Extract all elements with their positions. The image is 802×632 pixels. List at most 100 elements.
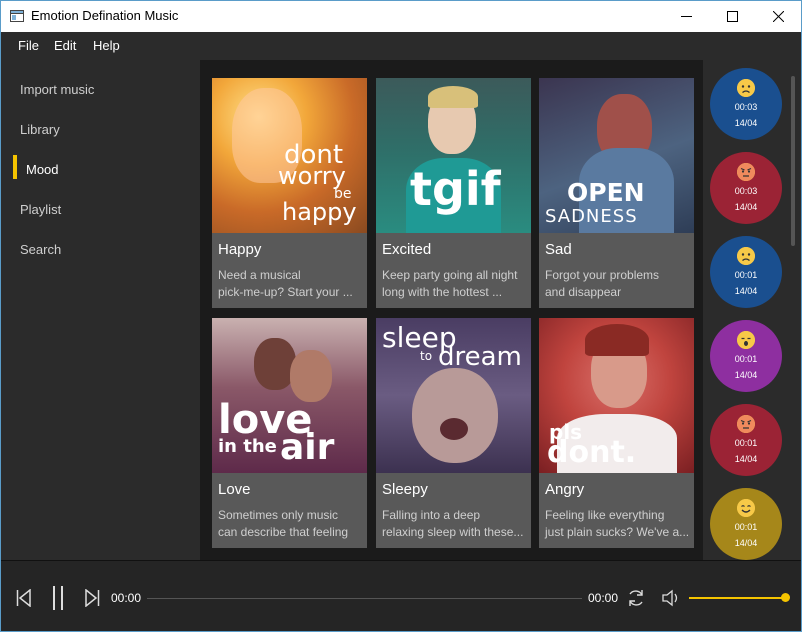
card-title: Happy: [218, 241, 262, 258]
happy-art-line-2: worry: [278, 162, 346, 190]
repeat-icon[interactable]: [626, 588, 646, 608]
sad-face-icon: [737, 247, 755, 265]
angry-face-icon: [737, 415, 755, 433]
history-item[interactable]: 00:03 14/04: [710, 68, 782, 140]
card-title: Sleepy: [382, 481, 428, 498]
happy-art-line-4: happy: [282, 198, 357, 226]
mood-grid: dont worry be happy Happy Need a musical…: [200, 60, 703, 560]
minimize-icon: [680, 16, 692, 17]
excited-art-line-1: tgif: [410, 162, 501, 216]
card-description-line: just plain sucks? We've a...: [545, 525, 690, 539]
menu-help[interactable]: Help: [93, 38, 120, 53]
card-title: Angry: [545, 481, 585, 498]
history-date: 14/04: [734, 286, 758, 296]
love-art-line-3: air: [280, 427, 335, 468]
sidebar-item-search[interactable]: Search: [20, 242, 61, 257]
active-indicator: [13, 155, 17, 179]
card-description-line: Falling into a deep: [382, 508, 481, 522]
sidebar-item-mood[interactable]: Mood: [26, 162, 59, 177]
card-description-line: relaxing sleep with these...: [382, 525, 524, 539]
card-title: Love: [218, 481, 251, 498]
history-item[interactable]: 00:01 14/04: [710, 404, 782, 476]
current-time: 00:00: [111, 591, 142, 605]
history-date: 14/04: [734, 538, 758, 548]
card-description-line: Need a musical: [218, 268, 301, 282]
mood-card-love[interactable]: love in the air Love Sometimes only musi…: [212, 318, 367, 548]
history-date: 14/04: [734, 202, 758, 212]
angry-face-icon: [737, 163, 755, 181]
sleepy-art-line-2: to: [420, 349, 433, 363]
love-artwork: love in the air: [212, 318, 367, 473]
history-time: 00:03: [734, 102, 758, 112]
history-time: 00:01: [734, 438, 758, 448]
card-description-line: Keep party going all night: [382, 268, 518, 282]
app-icon: [10, 10, 24, 22]
total-time: 00:00: [588, 591, 619, 605]
history-time: 00:01: [734, 522, 758, 532]
card-title: Excited: [382, 241, 432, 258]
card-description-line: and disappear: [545, 285, 622, 299]
sidebar-item-library[interactable]: Library: [20, 122, 60, 137]
history-date: 14/04: [734, 370, 758, 380]
close-icon: [772, 11, 784, 22]
card-description-line: long with the hottest ...: [382, 285, 503, 299]
pause-icon[interactable]: [50, 585, 66, 611]
title-bar: Emotion Defination Music: [1, 1, 801, 32]
seek-bar[interactable]: [147, 598, 582, 599]
volume-slider[interactable]: [689, 597, 785, 599]
card-description: Need a musical pick-me-up? Start your ..…: [218, 267, 364, 301]
angry-artwork: pls dont.: [539, 318, 694, 473]
minimize-button[interactable]: [663, 1, 709, 32]
sidebar-item-playlist[interactable]: Playlist: [20, 202, 61, 217]
card-description-line: Forgot your problems: [545, 268, 660, 282]
card-description-line: can describe that feeling: [218, 525, 349, 539]
sad-art-line-1: OPEN: [567, 178, 645, 207]
close-button[interactable]: [755, 1, 801, 32]
card-description: Falling into a deep relaxing sleep with …: [382, 507, 528, 541]
window-title: Emotion Defination Music: [31, 8, 179, 23]
card-description: Forgot your problems and disappear: [545, 267, 691, 301]
mood-card-sleepy[interactable]: sleep to dream Sleepy Falling into a dee…: [376, 318, 531, 548]
history-item[interactable]: 00:01 14/04: [710, 320, 782, 392]
maximize-icon: [726, 11, 738, 22]
volume-icon[interactable]: [661, 588, 681, 608]
sidebar: Import music Library Mood Playlist Searc…: [1, 60, 200, 560]
maximize-button[interactable]: [709, 1, 755, 32]
history-scrollbar[interactable]: [791, 76, 795, 246]
history-date: 14/04: [734, 118, 758, 128]
sad-art-line-2: SADNESS: [545, 206, 638, 227]
sleepy-art-line-3: dream: [438, 342, 522, 372]
previous-track-icon[interactable]: [16, 589, 32, 607]
card-description: Sometimes only music can describe that f…: [218, 507, 364, 541]
app-window: Emotion Defination Music File Edit Help …: [0, 0, 802, 632]
card-description: Feeling like everything just plain sucks…: [545, 507, 691, 541]
card-description-line: Sometimes only music: [218, 508, 339, 522]
happy-face-icon: [737, 499, 755, 517]
volume-slider-thumb[interactable]: [781, 593, 790, 602]
history-item[interactable]: 00:01 14/04: [710, 236, 782, 308]
card-description-line: Feeling like everything: [545, 508, 665, 522]
player-bar: 00:00 00:00: [1, 560, 801, 631]
next-track-icon[interactable]: [84, 589, 100, 607]
sad-face-icon: [737, 79, 755, 97]
menu-file[interactable]: File: [18, 38, 39, 53]
sleepy-artwork: sleep to dream: [376, 318, 531, 473]
card-description-line: pick-me-up? Start your ...: [218, 285, 353, 299]
card-title: Sad: [545, 241, 572, 258]
mood-card-excited[interactable]: tgif Excited Keep party going all night …: [376, 78, 531, 308]
menu-bar: File Edit Help: [1, 32, 801, 60]
love-art-line-2: in the: [218, 436, 277, 457]
card-description: Keep party going all night long with the…: [382, 267, 528, 301]
menu-edit[interactable]: Edit: [54, 38, 76, 53]
mood-card-angry[interactable]: pls dont. Angry Feeling like everything …: [539, 318, 694, 548]
mood-card-happy[interactable]: dont worry be happy Happy Need a musical…: [212, 78, 367, 308]
sad-artwork: OPEN SADNESS: [539, 78, 694, 233]
history-item[interactable]: 00:03 14/04: [710, 152, 782, 224]
sleepy-face-icon: [737, 331, 755, 349]
mood-card-sad[interactable]: OPEN SADNESS Sad Forgot your problems an…: [539, 78, 694, 308]
history-item[interactable]: 00:01 14/04: [710, 488, 782, 560]
happy-artwork: dont worry be happy: [212, 78, 367, 233]
mood-history-panel: 00:03 14/04 00:03 14/04 00:01 14/04 00:0…: [703, 60, 801, 560]
sidebar-item-import-music[interactable]: Import music: [20, 82, 94, 97]
history-date: 14/04: [734, 454, 758, 464]
